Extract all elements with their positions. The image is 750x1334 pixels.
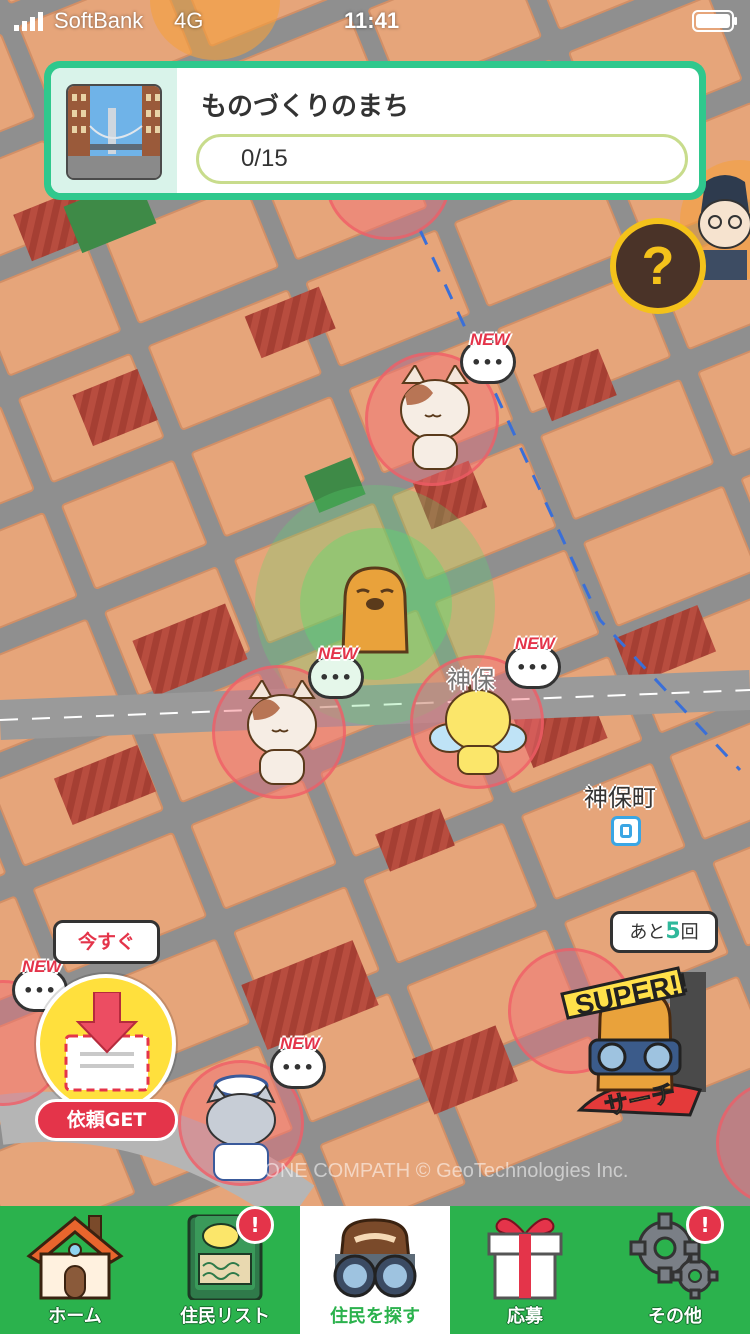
envelope-download-icon: [64, 992, 150, 1092]
station-label: 神保町: [584, 784, 656, 812]
area-thumbnail: [66, 84, 162, 180]
question-icon: ?: [641, 236, 675, 296]
new-tag: NEW: [318, 644, 358, 663]
battery-icon: [692, 10, 737, 32]
binoculars-icon: [333, 1218, 417, 1298]
new-tag: NEW: [470, 330, 510, 349]
area-progress: 0/15: [196, 134, 688, 184]
tab-apply-label: 応募: [507, 1306, 543, 1327]
tab-home[interactable]: ホーム: [0, 1206, 150, 1334]
super-search-button[interactable]: SUPER!! サーチ: [560, 960, 720, 1122]
request-get-button[interactable]: [36, 974, 176, 1114]
new-tag: NEW: [280, 1034, 320, 1053]
help-button[interactable]: ?: [610, 218, 706, 314]
remaining-prefix: あと: [629, 922, 666, 943]
new-tag: NEW: [515, 634, 555, 653]
tab-search-residents[interactable]: 住民を探す: [300, 1206, 450, 1334]
copyright-text: © ONE COMPATH © GeoTechnologies Inc.: [244, 1160, 629, 1182]
tab-other[interactable]: ! その他: [600, 1206, 750, 1334]
tab-apply[interactable]: 応募: [450, 1206, 600, 1334]
super-search-otter-icon: SUPER!! サーチ: [560, 966, 706, 1122]
carrier-label: SoftBank: [54, 8, 144, 33]
tab-other-label: その他: [648, 1306, 702, 1327]
tab-resident-list-label: 住民リスト: [180, 1306, 270, 1327]
remaining-count-badge: あと5回: [610, 911, 718, 953]
request-get-label[interactable]: 依頼GET: [35, 1099, 178, 1141]
bridge-image-icon: [68, 86, 160, 178]
tab-search-residents-label: 住民を探す: [330, 1306, 420, 1327]
gift-icon: [487, 1217, 563, 1300]
tab-bar: ホーム ! 住民リスト 住民を探す 応募 ! その他: [0, 1206, 750, 1334]
remaining-count: 5: [665, 919, 681, 944]
tab-resident-list[interactable]: ! 住民リスト: [150, 1206, 300, 1334]
network-label: 4G: [174, 8, 204, 33]
map-label-partial: 神保: [447, 666, 495, 694]
area-progress-text: 0/15: [241, 145, 288, 172]
area-card[interactable]: ものづくりのまち 0/15: [44, 61, 706, 200]
status-bar: SoftBank 4G 11:41: [0, 0, 750, 40]
calico-cat-icon: [400, 365, 470, 470]
resident-list-alert-badge: !: [236, 1206, 274, 1244]
tab-home-label: ホーム: [48, 1306, 102, 1327]
request-now-badge: 今すぐ: [53, 920, 160, 964]
other-alert-badge: !: [686, 1206, 724, 1244]
signal-icon: [14, 12, 43, 31]
station-icon: [611, 816, 641, 846]
area-title: ものづくりのまち: [201, 92, 410, 122]
house-icon: [26, 1215, 124, 1300]
clock: 11:41: [344, 8, 400, 33]
calico-cat-icon: [247, 680, 317, 785]
remaining-suffix: 回: [680, 922, 699, 943]
